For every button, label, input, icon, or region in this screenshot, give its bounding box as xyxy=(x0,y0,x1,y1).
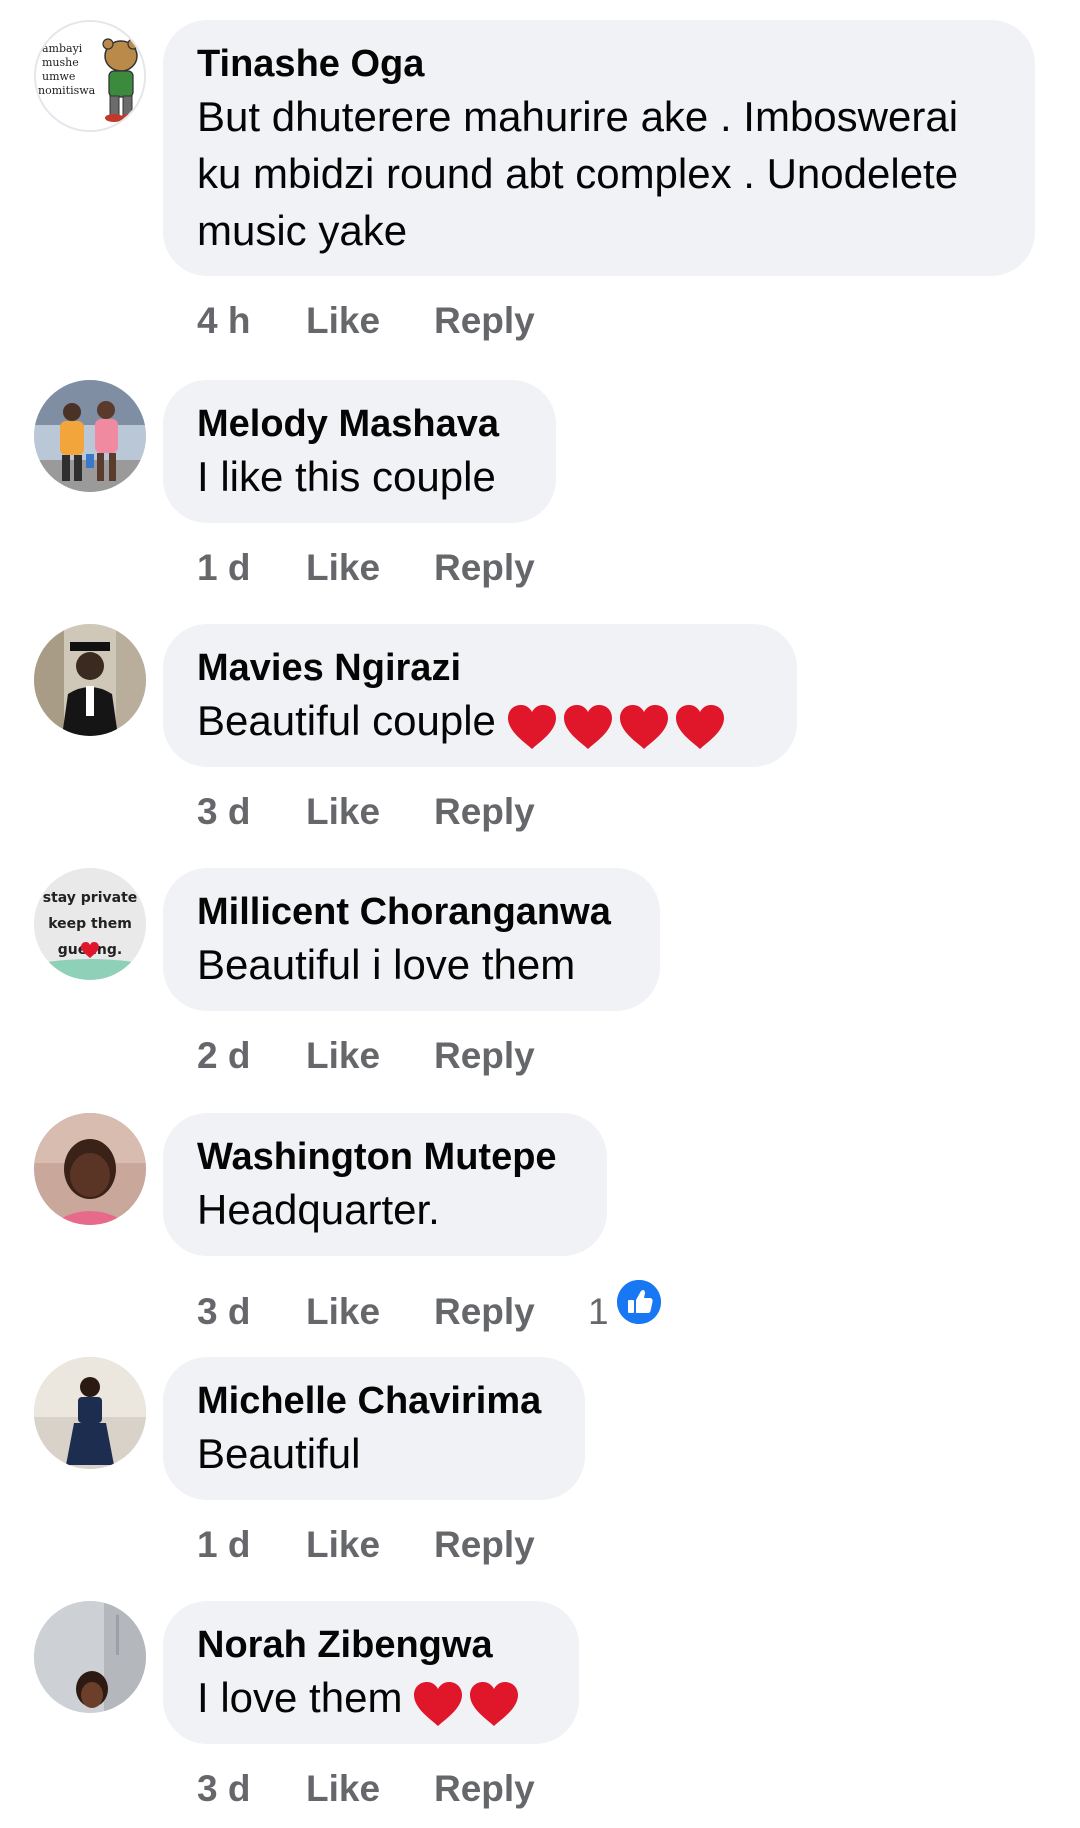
reply-button[interactable]: Reply xyxy=(434,791,588,833)
avatar[interactable]: ambayi mushe umwe nomitiswa xyxy=(34,20,146,132)
comment-actions: 3 d Like Reply xyxy=(197,1768,588,1810)
reply-button[interactable]: Reply xyxy=(434,547,588,589)
comment-text-line: ku mbidzi round abt complex . Unodelete xyxy=(197,150,959,197)
avatar-text-line: umwe xyxy=(42,70,75,83)
comment-bubble[interactable]: Washington Mutepe Headquarter. xyxy=(163,1113,607,1256)
comment-bubble[interactable]: Michelle Chavirima Beautiful xyxy=(163,1357,585,1500)
reply-button[interactable]: Reply xyxy=(434,1768,588,1810)
comment-bubble[interactable]: Millicent Choranganwa Beautiful i love t… xyxy=(163,868,660,1011)
comment-actions: 1 d Like Reply xyxy=(197,547,588,589)
avatar[interactable] xyxy=(34,624,146,736)
comment-author[interactable]: Millicent Choranganwa xyxy=(197,888,626,936)
avatar-text-image: stay private keep them gue ing. xyxy=(34,868,146,980)
reply-button[interactable]: Reply xyxy=(434,300,588,342)
comment-author[interactable]: Melody Mashava xyxy=(197,400,522,448)
comment-timestamp[interactable]: 2 d xyxy=(197,1035,306,1077)
comment-text: I love them xyxy=(197,1669,545,1729)
comment-actions: 2 d Like Reply xyxy=(197,1035,588,1077)
avatar[interactable] xyxy=(34,1113,146,1225)
avatar-text-line: ambayi xyxy=(42,42,83,55)
avatar-text-line: mushe xyxy=(42,56,79,69)
heart-icon xyxy=(506,703,558,751)
avatar[interactable] xyxy=(34,1601,146,1713)
reply-button[interactable]: Reply xyxy=(434,1524,588,1566)
like-button[interactable]: Like xyxy=(306,791,434,833)
heart-emoji-group xyxy=(412,1672,524,1729)
avatar-text-line: stay private xyxy=(43,890,138,906)
like-icon xyxy=(616,1280,661,1324)
comment-timestamp[interactable]: 1 d xyxy=(197,547,306,589)
comment-author[interactable]: Tinashe Oga xyxy=(197,40,1001,88)
like-button[interactable]: Like xyxy=(306,1524,434,1566)
like-button[interactable]: Like xyxy=(306,1291,434,1333)
avatar[interactable]: stay private keep them gue ing. xyxy=(34,868,146,980)
heart-icon xyxy=(618,703,670,751)
comment-bubble[interactable]: Mavies Ngirazi Beautiful couple xyxy=(163,624,797,767)
heart-icon xyxy=(674,703,726,751)
heart-icon xyxy=(468,1680,520,1728)
comment-text-line: music yake xyxy=(197,207,408,254)
heart-icon xyxy=(412,1680,464,1728)
like-button[interactable]: Like xyxy=(306,300,434,342)
comment-actions: 1 d Like Reply xyxy=(197,1524,588,1566)
comment-text: Beautiful couple xyxy=(197,692,763,752)
comment-bubble[interactable]: Norah Zibengwa I love them xyxy=(163,1601,579,1744)
reaction-summary[interactable]: 1 xyxy=(588,1280,661,1333)
comment-author[interactable]: Washington Mutepe xyxy=(197,1133,573,1181)
avatar[interactable] xyxy=(34,1357,146,1469)
reply-button[interactable]: Reply xyxy=(434,1035,588,1077)
heart-icon xyxy=(562,703,614,751)
heart-emoji-group xyxy=(506,695,730,752)
avatar-photo xyxy=(34,1113,146,1225)
avatar-photo xyxy=(34,624,146,736)
like-button[interactable]: Like xyxy=(306,547,434,589)
comment-timestamp[interactable]: 4 h xyxy=(197,300,306,342)
like-button[interactable]: Like xyxy=(306,1035,434,1077)
avatar-cartoon-image: ambayi mushe umwe nomitiswa xyxy=(36,22,144,130)
avatar-text-line: keep them xyxy=(48,916,132,932)
comment-timestamp[interactable]: 3 d xyxy=(197,791,306,833)
avatar-photo xyxy=(34,380,146,492)
comment-bubble[interactable]: Melody Mashava I like this couple xyxy=(163,380,556,523)
comment-author[interactable]: Norah Zibengwa xyxy=(197,1621,545,1669)
comment-text: Headquarter. xyxy=(197,1186,440,1233)
comment-author[interactable]: Michelle Chavirima xyxy=(197,1377,551,1425)
reaction-count: 1 xyxy=(588,1291,609,1332)
avatar-text-line: nomitiswa xyxy=(38,84,96,97)
like-button[interactable]: Like xyxy=(306,1768,434,1810)
comment-text-content: Beautiful couple xyxy=(197,697,496,744)
comment-timestamp[interactable]: 1 d xyxy=(197,1524,306,1566)
comment-timestamp[interactable]: 3 d xyxy=(197,1291,306,1333)
comment-text-line: But dhuterere mahurire ake . Imboswerai xyxy=(197,93,959,140)
comment-actions: 3 d Like Reply 1 xyxy=(197,1280,661,1333)
comment-author[interactable]: Mavies Ngirazi xyxy=(197,644,763,692)
comment-actions: 4 h Like Reply xyxy=(197,300,588,342)
comment-text-content: I love them xyxy=(197,1674,403,1721)
comment-text: Beautiful i love them xyxy=(197,941,576,988)
avatar-photo xyxy=(34,1357,146,1469)
comment-text: Beautiful xyxy=(197,1430,361,1477)
avatar-photo xyxy=(34,1601,146,1713)
comment-timestamp[interactable]: 3 d xyxy=(197,1768,306,1810)
comment-actions: 3 d Like Reply xyxy=(197,791,588,833)
comment-bubble[interactable]: Tinashe Oga But dhuterere mahurire ake .… xyxy=(163,20,1035,276)
avatar[interactable] xyxy=(34,380,146,492)
comment-text: I like this couple xyxy=(197,453,496,500)
reply-button[interactable]: Reply xyxy=(434,1291,588,1333)
